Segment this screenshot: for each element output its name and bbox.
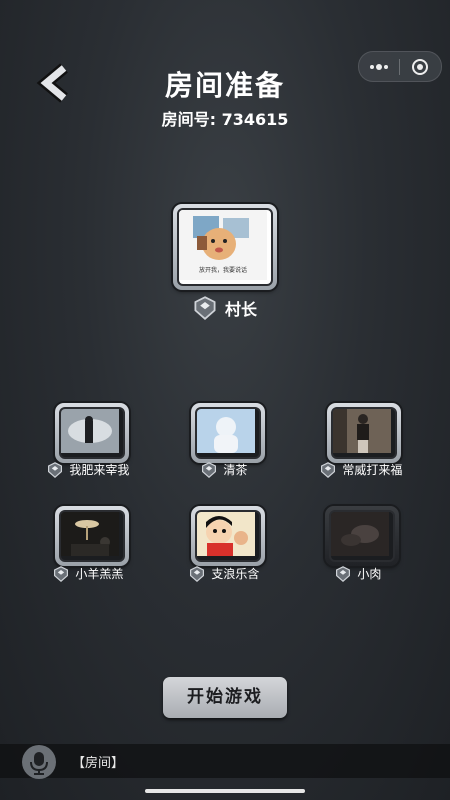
player-avatar-3[interactable] bbox=[327, 403, 401, 463]
more-button[interactable] bbox=[359, 52, 399, 81]
avatar-image bbox=[61, 512, 119, 556]
shield-badge-icon bbox=[201, 461, 216, 478]
more-dots-icon bbox=[370, 63, 388, 70]
shield-badge-icon bbox=[335, 565, 350, 582]
player-label-2: 清茶 bbox=[164, 461, 284, 478]
player-name: 我肥来宰我 bbox=[69, 463, 130, 477]
host-avatar[interactable]: 放开我，我要说话 bbox=[173, 204, 277, 290]
room-number: 房间号: 734615 bbox=[161, 110, 289, 129]
shield-badge-icon bbox=[47, 461, 62, 478]
miniprogram-capsule bbox=[358, 51, 442, 82]
player-label-5: 支浪乐含 bbox=[164, 565, 284, 582]
chat-message: 【房间】 bbox=[72, 756, 125, 771]
shield-badge-icon bbox=[189, 565, 204, 582]
player-avatar-6[interactable] bbox=[325, 506, 399, 566]
player-label-1: 我肥来宰我 bbox=[28, 461, 148, 478]
player-avatar-4[interactable] bbox=[55, 506, 129, 566]
player-name: 小羊羔羔 bbox=[75, 567, 124, 581]
shield-badge-icon bbox=[194, 296, 216, 320]
shield-badge-icon bbox=[320, 461, 335, 478]
voice-chat-button[interactable] bbox=[22, 745, 56, 779]
microphone-icon bbox=[30, 752, 48, 775]
close-miniprogram-button[interactable] bbox=[400, 52, 440, 81]
host-avatar-caption: 放开我，我要说话 bbox=[198, 267, 247, 274]
player-label-6: 小肉 bbox=[298, 565, 418, 582]
avatar-image bbox=[61, 409, 119, 453]
home-indicator bbox=[145, 789, 305, 793]
avatar-image bbox=[333, 409, 391, 453]
avatar-image bbox=[197, 409, 255, 453]
player-name: 小肉 bbox=[357, 567, 382, 581]
player-label-4: 小羊羔羔 bbox=[28, 565, 148, 582]
player-avatar-1[interactable] bbox=[55, 403, 129, 463]
host-name: 村长 bbox=[225, 300, 258, 319]
player-avatar-2[interactable] bbox=[191, 403, 265, 463]
target-icon bbox=[412, 58, 428, 75]
player-name: 常威打来福 bbox=[342, 463, 403, 477]
player-avatar-5[interactable] bbox=[191, 506, 265, 566]
chat-bar[interactable] bbox=[0, 744, 450, 778]
player-label-3: 常威打来福 bbox=[296, 461, 426, 478]
avatar-image bbox=[331, 512, 389, 556]
player-name: 支浪乐含 bbox=[211, 567, 260, 581]
avatar-image bbox=[197, 512, 255, 556]
shield-badge-icon bbox=[53, 565, 68, 582]
player-name: 清茶 bbox=[223, 463, 248, 477]
host-name-label: 村长 bbox=[150, 296, 300, 320]
start-game-button[interactable]: 开始游戏 bbox=[163, 677, 287, 718]
